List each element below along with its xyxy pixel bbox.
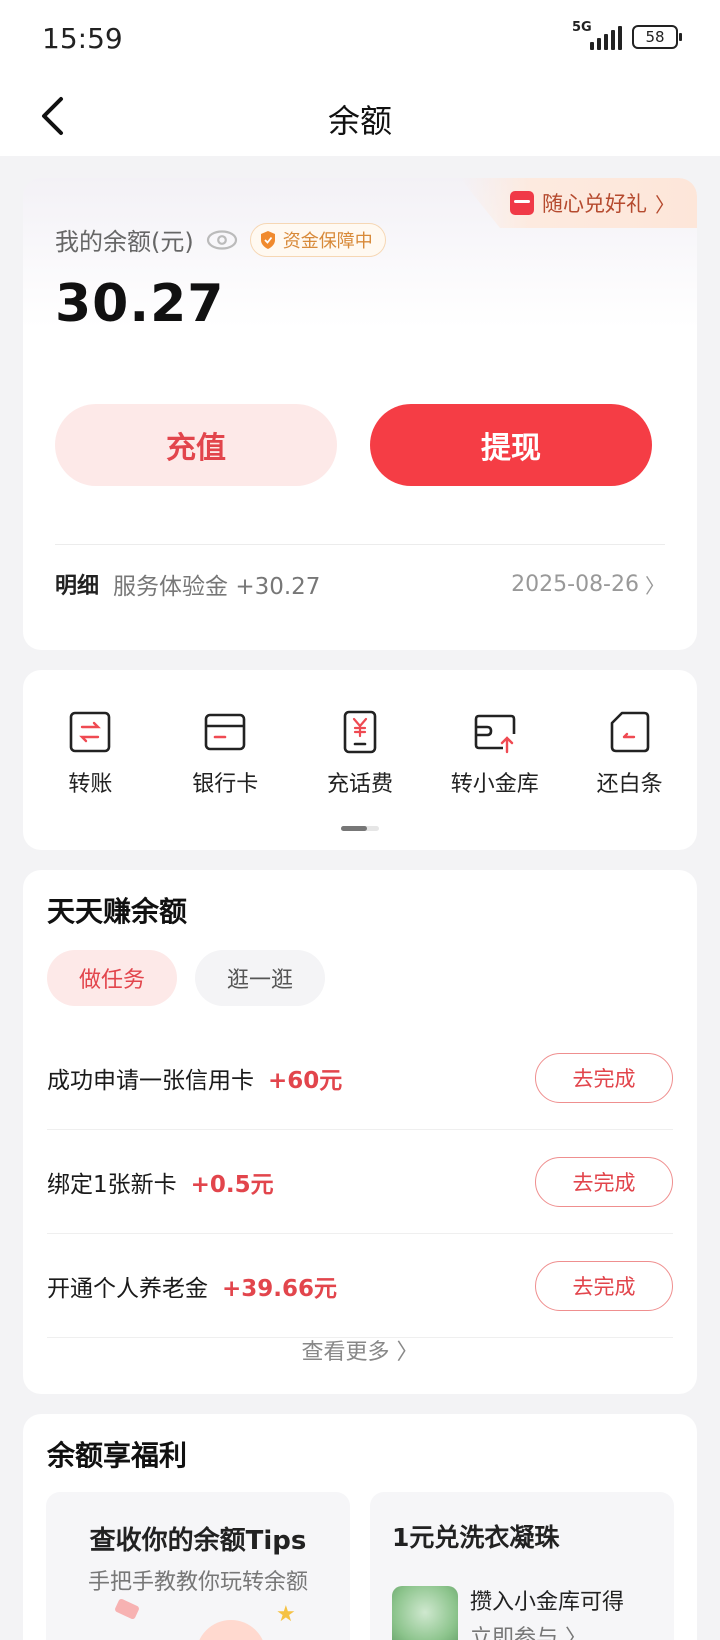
transfer-icon bbox=[70, 711, 111, 753]
view-more-label: 查看更多 bbox=[301, 1340, 390, 1365]
shield-icon bbox=[260, 230, 275, 249]
task-tabs: 做任务 逛一逛 bbox=[47, 950, 325, 1006]
nav-bar: 余额 bbox=[0, 78, 720, 156]
task-item: 绑定1张新卡 +0.5元 去完成 bbox=[47, 1130, 673, 1234]
tool-phone-recharge[interactable]: 充话费 bbox=[293, 710, 428, 798]
divider bbox=[55, 544, 665, 545]
repay-icon bbox=[610, 711, 649, 753]
task-name: 绑定1张新卡 bbox=[47, 1171, 177, 1198]
tool-label: 转小金库 bbox=[450, 772, 539, 797]
complete-task-button[interactable]: 去完成 bbox=[535, 1052, 673, 1103]
tool-vault-transfer[interactable]: 转小金库 bbox=[427, 710, 562, 798]
offer-title: 1元兑洗衣凝珠 bbox=[392, 1523, 560, 1552]
section-title: 余额享福利 bbox=[47, 1439, 188, 1472]
tab-browse[interactable]: 逛一逛 bbox=[195, 950, 325, 1006]
tool-transfer[interactable]: 转账 bbox=[23, 710, 158, 798]
fund-safety-badge[interactable]: 资金保障中 bbox=[249, 222, 386, 257]
task-item: 开通个人养老金 +39.66元 去完成 bbox=[47, 1234, 673, 1338]
banner-subtitle: 手把手教教你玩转余额 bbox=[87, 1570, 308, 1595]
chevron-right-icon: 〉 bbox=[645, 573, 665, 598]
detail-text: 服务体验金 +30.27 bbox=[113, 574, 321, 600]
battery-icon: 58 bbox=[632, 25, 682, 49]
join-now-link[interactable]: 立即参与 〉 bbox=[470, 1620, 587, 1640]
star-icon: ★ bbox=[276, 1602, 296, 1627]
balance-amount: 30.27 bbox=[55, 274, 225, 334]
balance-label-row: 我的余额(元) 资金保障中 bbox=[55, 222, 386, 257]
tool-repay[interactable]: 还白条 bbox=[562, 710, 697, 798]
balance-benefits-card: 余额享福利 查收你的余额Tips 手把手教教你玩转余额 ★ 1元兑洗衣凝珠 攒入… bbox=[23, 1414, 697, 1640]
detail-label: 明细 bbox=[55, 574, 100, 599]
tool-label: 转账 bbox=[68, 772, 113, 797]
gift-redeem-link[interactable]: 随心兑好礼 〉 bbox=[460, 178, 697, 228]
recharge-button[interactable]: 充值 bbox=[55, 404, 337, 486]
earn-balance-card: 天天赚余额 做任务 逛一逛 成功申请一张信用卡 +60元 去完成 绑定1张新卡 … bbox=[23, 870, 697, 1394]
gift-text: 随心兑好礼 bbox=[542, 192, 647, 216]
task-reward: +39.66元 bbox=[222, 1275, 338, 1302]
bank-card-icon bbox=[204, 713, 246, 751]
status-bar: 15:59 5G 58 bbox=[0, 0, 720, 78]
vault-transfer-icon bbox=[474, 714, 516, 754]
gift-icon bbox=[510, 191, 534, 215]
tools-row: 转账 银行卡 充话费 转小金库 还白条 bbox=[23, 710, 697, 798]
tool-label: 还白条 bbox=[596, 772, 663, 797]
offer-description: 攒入小金库可得 bbox=[470, 1590, 625, 1615]
task-name: 开通个人养老金 bbox=[47, 1275, 208, 1302]
detail-date: 2025-08-26 bbox=[511, 571, 639, 597]
battery-level: 58 bbox=[645, 28, 665, 46]
chevron-right-icon: 〉 bbox=[396, 1340, 419, 1365]
tool-label: 银行卡 bbox=[192, 772, 259, 797]
page-indicator bbox=[341, 826, 379, 831]
join-now-label: 立即参与 bbox=[470, 1626, 559, 1640]
fund-safety-text: 资金保障中 bbox=[282, 230, 373, 252]
balance-label: 我的余额(元) bbox=[55, 228, 194, 256]
status-time: 15:59 bbox=[42, 22, 123, 55]
page-title: 余额 bbox=[327, 102, 392, 140]
task-reward: +0.5元 bbox=[190, 1171, 274, 1198]
chevron-right-icon: 〉 bbox=[565, 1626, 588, 1640]
status-indicators: 5G 58 bbox=[572, 20, 682, 50]
tab-do-tasks[interactable]: 做任务 bbox=[47, 950, 177, 1006]
laundry-pods-image bbox=[392, 1586, 458, 1640]
balance-tips-banner[interactable]: 查收你的余额Tips 手把手教教你玩转余额 ★ bbox=[46, 1492, 350, 1640]
task-item: 成功申请一张信用卡 +60元 去完成 bbox=[47, 1026, 673, 1130]
network-label: 5G bbox=[572, 20, 592, 35]
phone-recharge-icon bbox=[343, 710, 377, 754]
signal-icon: 5G bbox=[572, 20, 622, 50]
balance-detail-row[interactable]: 明细 服务体验金 +30.27 2025-08-26 〉 bbox=[55, 564, 665, 604]
complete-task-button[interactable]: 去完成 bbox=[535, 1156, 673, 1207]
task-name: 成功申请一张信用卡 bbox=[47, 1067, 254, 1094]
balance-card: 随心兑好礼 〉 我的余额(元) 资金保障中 30.27 充值 提现 明细 服务体… bbox=[23, 178, 697, 650]
chevron-right-icon: 〉 bbox=[655, 192, 675, 217]
quick-tools-card: 转账 银行卡 充话费 转小金库 还白条 bbox=[23, 670, 697, 850]
tool-label: 充话费 bbox=[326, 772, 393, 797]
banner-title: 查收你的余额Tips bbox=[89, 1526, 307, 1556]
complete-task-button[interactable]: 去完成 bbox=[535, 1260, 673, 1311]
view-more-link[interactable]: 查看更多 〉 bbox=[23, 1334, 697, 1366]
section-title: 天天赚余额 bbox=[47, 895, 188, 928]
mascot-illustration bbox=[196, 1620, 266, 1640]
tool-bank-card[interactable]: 银行卡 bbox=[158, 710, 293, 798]
laundry-pods-offer[interactable]: 1元兑洗衣凝珠 攒入小金库可得 立即参与 〉 bbox=[370, 1492, 674, 1640]
confetti-decoration bbox=[114, 1598, 140, 1620]
task-reward: +60元 bbox=[268, 1067, 343, 1094]
eye-icon[interactable] bbox=[206, 229, 238, 251]
withdraw-button[interactable]: 提现 bbox=[370, 404, 652, 486]
